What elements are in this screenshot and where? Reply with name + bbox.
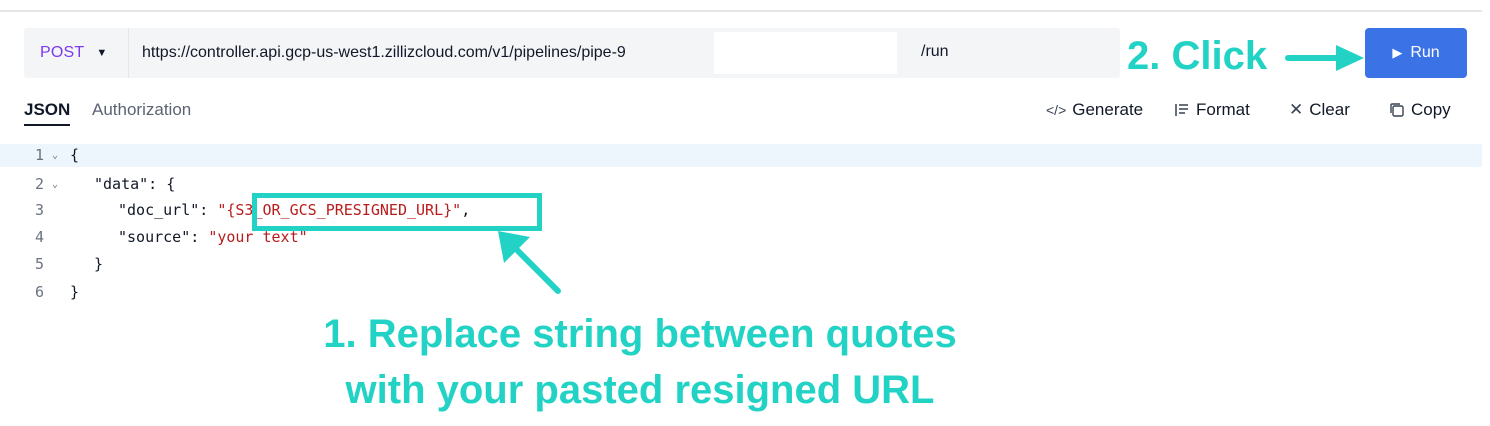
copy-label: Copy: [1411, 100, 1451, 119]
run-button[interactable]: ▶ Run: [1365, 28, 1467, 78]
json-key: "doc_url":: [118, 201, 218, 219]
code-text: {: [70, 146, 80, 164]
fold-chevron-icon[interactable]: ⌄: [52, 173, 58, 196]
url-suffix: /run: [921, 43, 949, 60]
method-select[interactable]: POST ▼: [24, 28, 128, 78]
json-editor[interactable]: 1 ⌄ { 2 ⌄ "data": { 3 "doc_url": "{S3_OR…: [0, 144, 1482, 314]
clear-button[interactable]: ✕ Clear: [1289, 100, 1350, 120]
code-line: 4 "source": "your text": [0, 226, 1482, 249]
code-icon: </>: [1046, 102, 1067, 118]
run-label: Run: [1410, 44, 1440, 61]
line-number: 5: [34, 255, 44, 273]
generate-button[interactable]: </> Generate: [1046, 100, 1143, 120]
annotation-step-1-line-2: with your pasted resigned URL: [345, 368, 935, 412]
json-key: "source":: [118, 228, 209, 246]
request-url-bar: POST ▼ /run: [24, 28, 1120, 78]
clear-label: Clear: [1309, 100, 1350, 119]
code-text: }: [70, 283, 80, 301]
tab-json[interactable]: JSON: [24, 100, 71, 126]
arrow-right-icon: [1285, 45, 1364, 71]
method-label: POST: [40, 44, 85, 61]
format-label: Format: [1196, 100, 1250, 119]
line-number: 2: [34, 175, 44, 193]
code-text: }: [94, 255, 104, 273]
code-text: "data": {: [94, 175, 176, 193]
top-divider: [0, 10, 1482, 12]
code-line: 2 ⌄ "data": {: [0, 173, 1482, 196]
arrow-up-left-icon: [498, 231, 561, 294]
code-line: 1 ⌄ {: [0, 144, 1482, 167]
copy-button[interactable]: Copy: [1389, 100, 1451, 120]
line-number: 3: [34, 201, 44, 219]
tab-authorization[interactable]: Authorization: [92, 100, 191, 120]
annotation-step-1-line-1: 1. Replace string between quotes: [323, 312, 957, 356]
code-line: 3 "doc_url": "{S3_OR_GCS_PRESIGNED_URL}"…: [0, 199, 1482, 222]
line-number: 6: [34, 283, 44, 301]
close-icon: ✕: [1289, 100, 1304, 119]
play-icon: ▶: [1392, 45, 1403, 60]
code-line: 6 }: [0, 281, 1482, 304]
annotation-step-2: 2. Click: [1127, 34, 1268, 78]
url-divider: [128, 28, 129, 78]
format-icon: [1175, 104, 1188, 116]
caret-down-icon: ▼: [96, 47, 108, 59]
code-line: 5 }: [0, 253, 1482, 276]
generate-label: Generate: [1072, 100, 1144, 119]
fold-chevron-icon[interactable]: ⌄: [52, 144, 58, 167]
format-button[interactable]: Format: [1174, 100, 1250, 120]
url-redaction: [714, 32, 897, 74]
copy-icon: [1390, 103, 1404, 117]
annotation-step-1: 1. Replace string between quotes with yo…: [230, 306, 1050, 418]
line-number: 4: [34, 228, 44, 246]
line-number: 1: [34, 146, 44, 164]
